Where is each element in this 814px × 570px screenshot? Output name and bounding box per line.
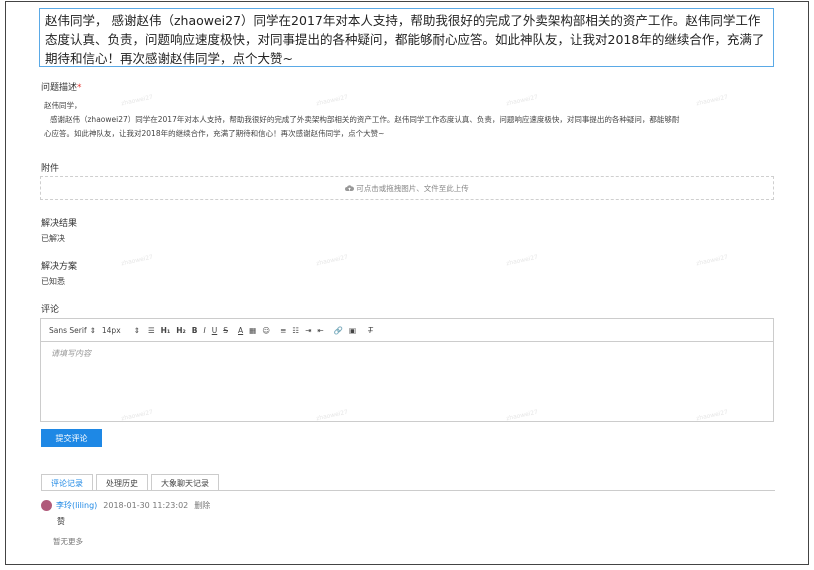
comment-time: 2018-01-30 11:23:02 bbox=[103, 501, 189, 510]
clear-format-icon[interactable]: T̶ bbox=[368, 323, 373, 337]
comment-user-link[interactable]: 李玲(liling) bbox=[56, 500, 97, 511]
delete-comment-link[interactable]: 删除 bbox=[194, 500, 210, 511]
tab-chat-records[interactable]: 大象聊天记录 bbox=[151, 474, 219, 491]
upload-dropzone[interactable]: 可点击或拖拽图片、文件至此上传 bbox=[40, 176, 774, 200]
solution-label: 解决方案 bbox=[41, 262, 78, 272]
emoji-icon[interactable]: ☺ bbox=[262, 323, 270, 337]
problem-line: 心应答。如此神队友，让我对2018年的继续合作，充满了期待和信心！再次感谢赵伟同… bbox=[44, 129, 385, 138]
tab-divider bbox=[41, 490, 775, 491]
editor-toolbar: Sans Serif ⇕ 14px ⇕ ☰ H₁ H₂ B I U S A ▦ ☺ … bbox=[41, 319, 773, 342]
required-mark: * bbox=[77, 83, 82, 93]
problem-line: 赵伟同学， bbox=[44, 101, 82, 110]
image-icon[interactable]: ▣ bbox=[349, 323, 356, 337]
comment-placeholder: 请填写内容 bbox=[51, 349, 91, 358]
italic-icon[interactable]: I bbox=[204, 323, 206, 337]
ticket-title-text: 赵伟同学， 感谢赵伟（zhaowei27）同学在2017年对本人支持，帮助我很好… bbox=[45, 13, 765, 66]
font-size-select[interactable]: 14px ⇕ bbox=[102, 323, 140, 337]
select-arrow-icon: ⇕ bbox=[89, 325, 96, 335]
tab-comments[interactable]: 评论记录 bbox=[41, 474, 93, 491]
background-color-icon[interactable]: ▦ bbox=[249, 323, 256, 337]
heading1-icon[interactable]: H₁ bbox=[161, 323, 171, 337]
link-icon[interactable]: 🔗 bbox=[334, 323, 343, 337]
solution-value: 已知悉 bbox=[41, 277, 65, 286]
result-label: 解决结果 bbox=[41, 219, 78, 229]
upload-hint: 可点击或拖拽图片、文件至此上传 bbox=[356, 183, 469, 193]
comment-label: 评论 bbox=[41, 305, 60, 315]
underline-icon[interactable]: U bbox=[212, 323, 218, 337]
font-family-select[interactable]: Sans Serif ⇕ bbox=[49, 323, 96, 337]
problem-label: 问题描述* bbox=[41, 83, 82, 93]
attachment-label: 附件 bbox=[41, 164, 60, 174]
tab-history[interactable]: 处理历史 bbox=[96, 474, 148, 491]
comment-input[interactable]: 请填写内容 bbox=[41, 342, 773, 365]
result-value: 已解决 bbox=[41, 234, 65, 243]
indent-icon[interactable]: ⇥ bbox=[305, 323, 311, 337]
watermark: zhaowei27 bbox=[505, 253, 539, 268]
outdent-icon[interactable]: ⇤ bbox=[317, 323, 323, 337]
watermark: zhaowei27 bbox=[315, 253, 349, 268]
no-more-text: 暂无更多 bbox=[53, 537, 83, 546]
submit-comment-button[interactable]: 提交评论 bbox=[41, 429, 102, 447]
problem-description: 赵伟同学， 感谢赵伟（zhaowei27）同学在2017年对本人支持，帮助我很好… bbox=[44, 99, 774, 141]
align-icon[interactable]: ☰ bbox=[148, 323, 155, 337]
problem-line: 感谢赵伟（zhaowei27）同学在2017年对本人支持，帮助我很好的完成了外卖… bbox=[50, 115, 680, 124]
comment-item: 李玲(liling) 2018-01-30 11:23:02 删除 bbox=[41, 500, 210, 511]
record-tabs: 评论记录 处理历史 大象聊天记录 bbox=[41, 474, 222, 491]
ticket-title-field[interactable]: 赵伟同学， 感谢赵伟（zhaowei27）同学在2017年对本人支持，帮助我很好… bbox=[39, 8, 774, 67]
text-color-icon[interactable]: A bbox=[238, 323, 243, 337]
heading2-icon[interactable]: H₂ bbox=[176, 323, 186, 337]
bullet-list-icon[interactable]: ☷ bbox=[292, 323, 299, 337]
comment-text: 赞 bbox=[57, 517, 65, 526]
bold-icon[interactable]: B bbox=[192, 323, 198, 337]
cloud-upload-icon bbox=[345, 184, 355, 191]
strike-icon[interactable]: S bbox=[223, 323, 228, 337]
comment-editor: Sans Serif ⇕ 14px ⇕ ☰ H₁ H₂ B I U S A ▦ ☺ … bbox=[40, 318, 774, 422]
select-arrow-icon: ⇕ bbox=[133, 325, 140, 335]
watermark: zhaowei27 bbox=[695, 253, 729, 268]
ordered-list-icon[interactable]: ≡ bbox=[280, 323, 286, 337]
avatar bbox=[41, 500, 52, 511]
watermark: zhaowei27 bbox=[120, 253, 154, 268]
